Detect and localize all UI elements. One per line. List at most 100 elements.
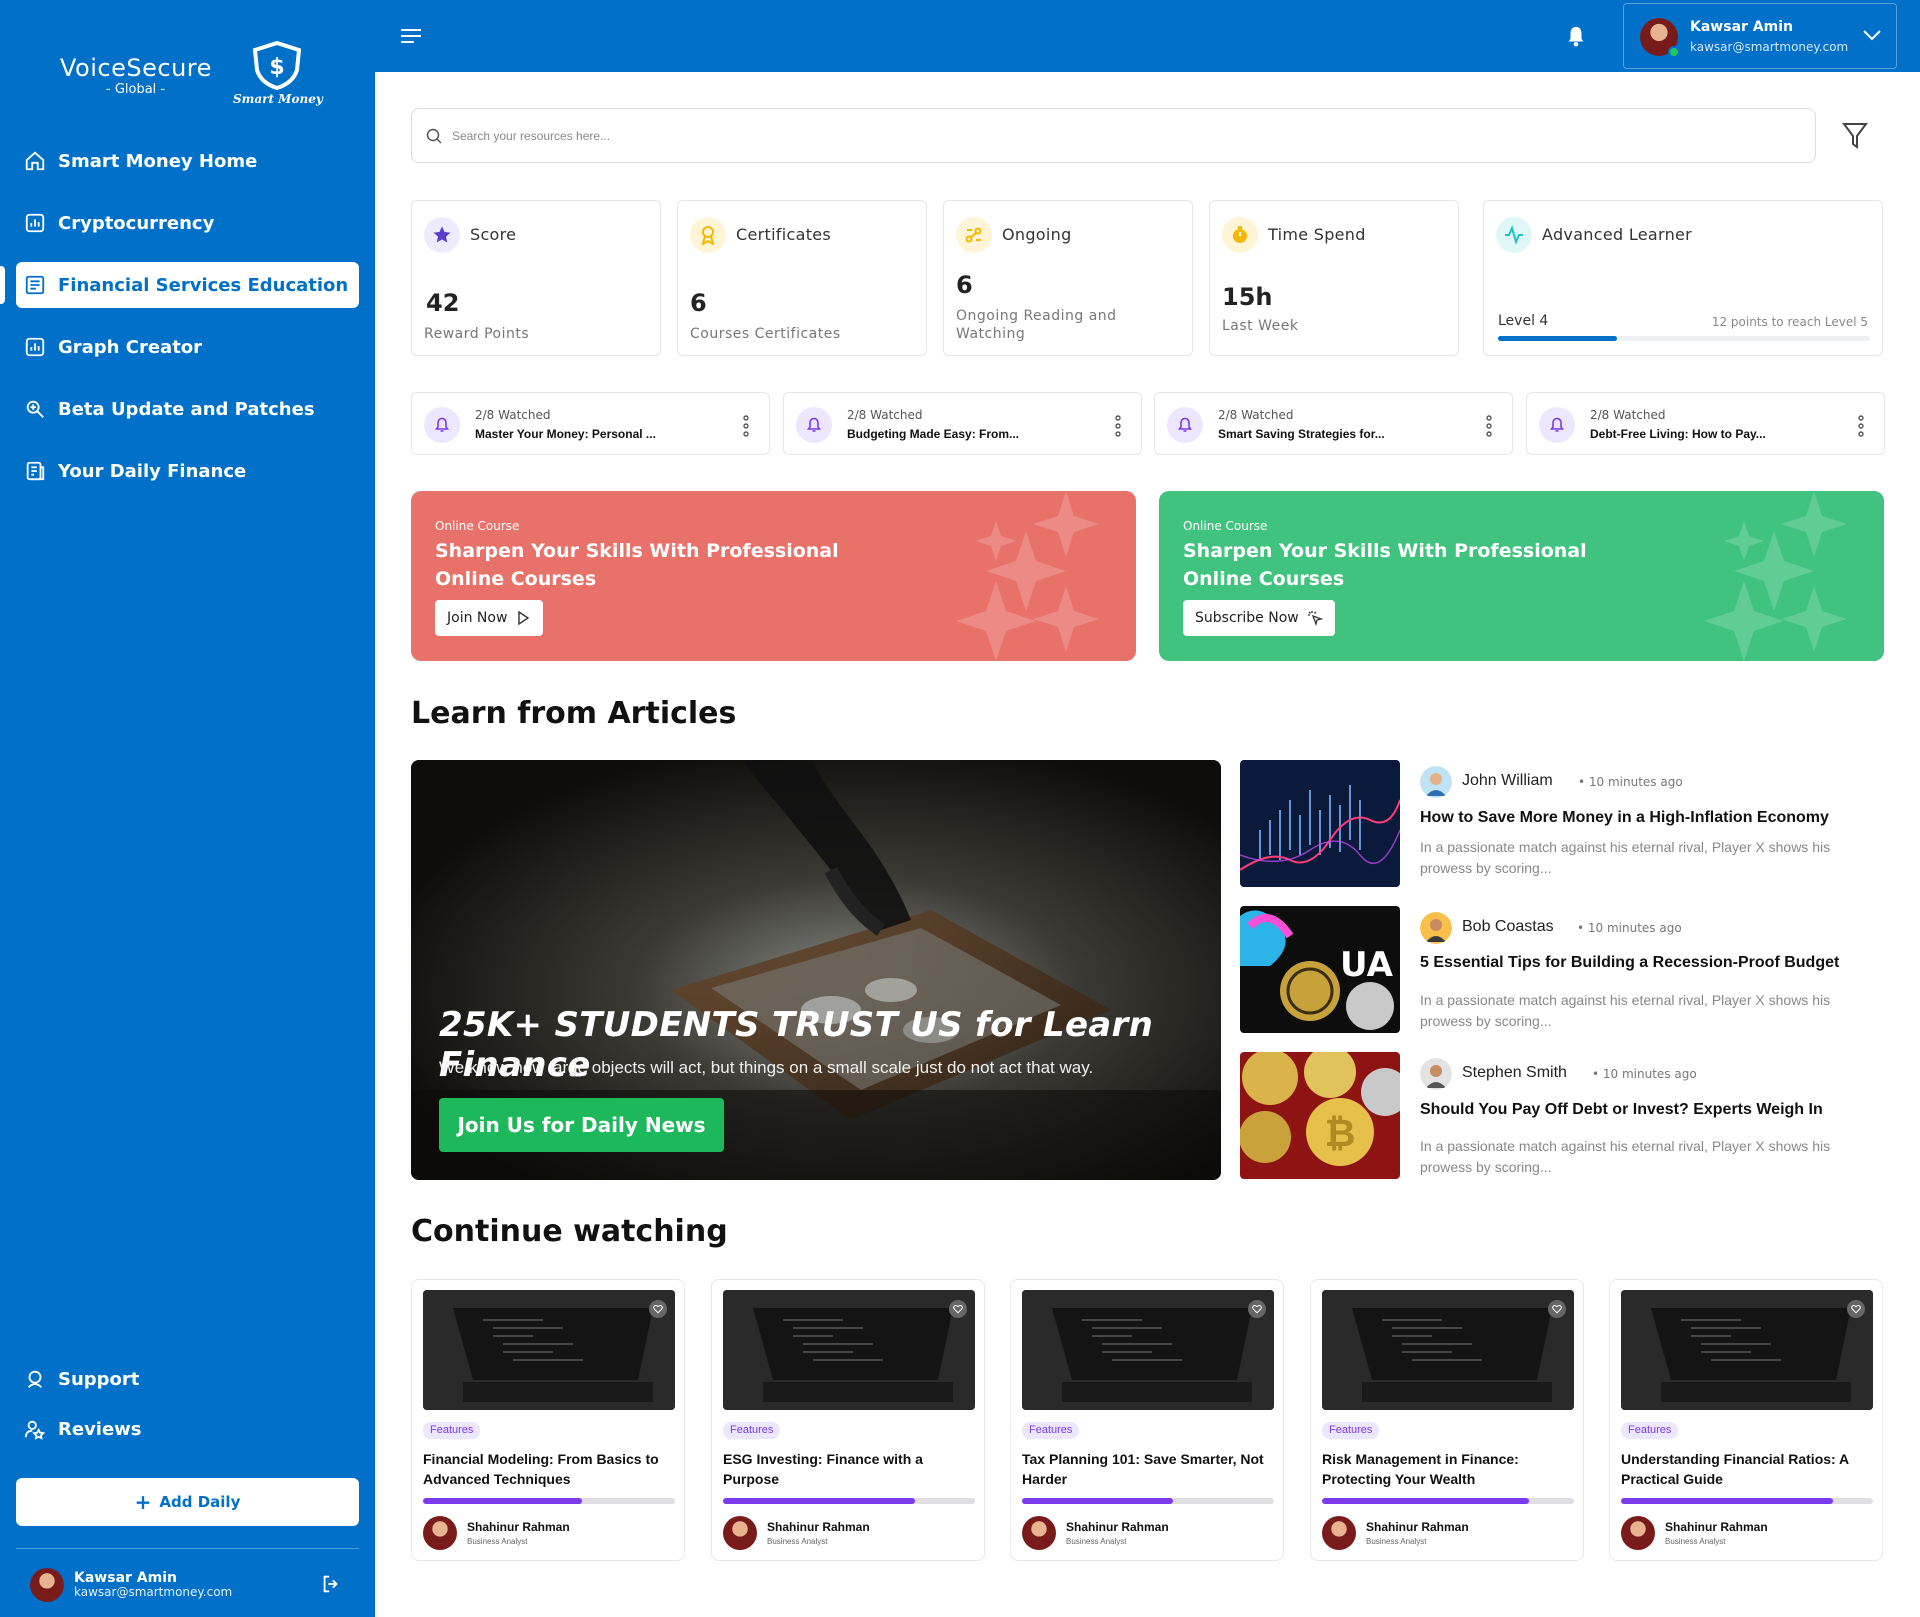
sidebar-item-support[interactable]: Support xyxy=(0,1356,375,1402)
article-item[interactable]: UA Bob Coastas • 10 minutes ago 5 Essent… xyxy=(1240,906,1880,1033)
home-icon xyxy=(25,151,45,171)
avatar xyxy=(1022,1516,1056,1550)
favorite-icon[interactable] xyxy=(949,1300,967,1318)
article-thumbnail xyxy=(1240,760,1400,887)
level-progress-bar xyxy=(1498,336,1870,341)
article-time: • 10 minutes ago xyxy=(1577,921,1682,935)
search-bar[interactable] xyxy=(411,108,1816,163)
course-thumbnail xyxy=(723,1290,975,1410)
bell-icon xyxy=(424,407,460,443)
course-card[interactable]: Features Financial Modeling: From Basics… xyxy=(411,1279,685,1561)
article-desc: In a passionate match against his eterna… xyxy=(1420,1138,1831,1175)
watched-card[interactable]: 2/8 Watched Budgeting Made Easy: From... xyxy=(783,392,1142,455)
join-daily-news-button[interactable]: Join Us for Daily News xyxy=(439,1098,724,1152)
course-author: Shahinur Rahman xyxy=(1665,1520,1768,1534)
watched-meta: 2/8 Watched xyxy=(475,408,551,422)
course-card[interactable]: Features Risk Management in Finance: Pro… xyxy=(1310,1279,1584,1561)
article-title: 5 Essential Tips for Building a Recessio… xyxy=(1420,954,1840,971)
sidebar-item-label: Support xyxy=(58,1368,140,1390)
sidebar-item-graph-creator[interactable]: Graph Creator xyxy=(0,324,375,370)
sidebar-item-label: Cryptocurrency xyxy=(58,212,215,234)
favorite-icon[interactable] xyxy=(1847,1300,1865,1318)
watched-title: Debt-Free Living: How to Pay... xyxy=(1590,427,1766,441)
sparkle-decoration-icon xyxy=(1704,491,1847,661)
watched-card[interactable]: 2/8 Watched Debt-Free Living: How to Pay… xyxy=(1526,392,1885,455)
sidebar-divider xyxy=(16,1548,359,1549)
article-author: Bob Coastas xyxy=(1462,918,1554,935)
watched-card[interactable]: 2/8 Watched Smart Saving Strategies for.… xyxy=(1154,392,1513,455)
course-progress-bar xyxy=(1322,1498,1574,1504)
article-title: Should You Pay Off Debt or Invest? Exper… xyxy=(1420,1101,1823,1118)
favorite-icon[interactable] xyxy=(1248,1300,1266,1318)
search-input[interactable] xyxy=(452,128,1652,143)
pulse-icon xyxy=(1496,217,1532,253)
promo-title: Sharpen Your Skills With Professional On… xyxy=(1183,540,1587,590)
article-author: John William xyxy=(1462,772,1553,789)
brand-logo[interactable]: VoiceSecure - Global - $ Smart Money xyxy=(60,40,330,112)
bell-icon xyxy=(1167,407,1203,443)
chevron-down-icon[interactable] xyxy=(1862,28,1882,42)
subscribe-now-button[interactable]: Subscribe Now xyxy=(1183,600,1335,636)
course-badge: Features xyxy=(1621,1422,1679,1439)
article-thumbnail: UA xyxy=(1240,906,1400,1033)
sidebar-user[interactable]: Kawsar Amin kawsar@smartmoney.com xyxy=(30,1567,350,1603)
article-time: • 10 minutes ago xyxy=(1592,1067,1697,1081)
sidebar-item-financial-services-education[interactable]: Financial Services Education xyxy=(0,262,359,308)
favorite-icon[interactable] xyxy=(649,1300,667,1318)
more-vertical-icon[interactable] xyxy=(1486,415,1492,437)
avatar xyxy=(1322,1516,1356,1550)
course-badge: Features xyxy=(1022,1422,1080,1439)
sidebar-item-reviews[interactable]: Reviews xyxy=(0,1406,375,1452)
avatar xyxy=(1420,1058,1452,1090)
hero-subtitle: We know how large objects will act, but … xyxy=(439,1058,1094,1077)
sidebar-item-smart-money-home[interactable]: Smart Money Home xyxy=(0,138,375,184)
avatar xyxy=(423,1516,457,1550)
course-title: Risk Management in Finance: Protecting Y… xyxy=(1322,1451,1519,1487)
bell-icon xyxy=(796,407,832,443)
course-card[interactable]: Features ESG Investing: Finance with a P… xyxy=(711,1279,985,1561)
sidebar-user-email: kawsar@smartmoney.com xyxy=(74,1585,233,1600)
sidebar-item-label: Smart Money Home xyxy=(58,150,258,172)
favorite-icon[interactable] xyxy=(1548,1300,1566,1318)
stat-sub: Ongoing Reading and Watching xyxy=(956,308,1117,342)
reviews-icon xyxy=(24,1420,46,1440)
course-title: Understanding Financial Ratios: A Practi… xyxy=(1621,1451,1849,1487)
finance-icon xyxy=(26,461,45,481)
avatar xyxy=(1640,18,1680,58)
filter-icon[interactable] xyxy=(1841,121,1869,151)
header-user-email: kawsar@smartmoney.com xyxy=(1690,40,1849,54)
sidebar-bottom-nav: Support Reviews xyxy=(0,1356,375,1456)
menu-icon[interactable] xyxy=(400,26,422,46)
promo-kicker: Online Course xyxy=(1183,519,1268,533)
section-title-continue-watching: Continue watching xyxy=(411,1214,728,1249)
crypto-coins-image: UA xyxy=(1240,906,1400,1033)
sidebar-item-your-daily-finance[interactable]: Your Daily Finance xyxy=(0,448,375,494)
logout-icon[interactable] xyxy=(320,1573,342,1595)
add-daily-label: Add Daily xyxy=(159,1493,241,1511)
add-daily-button[interactable]: + Add Daily xyxy=(16,1478,359,1526)
play-icon xyxy=(518,610,530,626)
sidebar-item-beta-update[interactable]: Beta Update and Patches xyxy=(0,386,375,432)
course-card[interactable]: Features Tax Planning 101: Save Smarter,… xyxy=(1010,1279,1284,1561)
bell-icon[interactable] xyxy=(1565,24,1587,48)
article-item[interactable]: ₿ Stephen Smith • 10 minutes ago Should … xyxy=(1240,1052,1880,1179)
stat-card-certificates: Certificates 6 Courses Certificates xyxy=(677,200,927,356)
sidebar-item-cryptocurrency[interactable]: Cryptocurrency xyxy=(0,200,375,246)
course-card[interactable]: Features Understanding Financial Ratios:… xyxy=(1609,1279,1883,1561)
course-progress-bar xyxy=(1022,1498,1274,1504)
course-author-role: Business Analyst xyxy=(467,1537,528,1546)
user-menu[interactable]: Kawsar Amin kawsar@smartmoney.com xyxy=(1623,3,1897,69)
more-vertical-icon[interactable] xyxy=(743,415,749,437)
watched-meta: 2/8 Watched xyxy=(847,408,923,422)
join-now-button[interactable]: Join Now xyxy=(435,600,544,636)
online-status-dot xyxy=(1668,46,1680,58)
course-thumbnail xyxy=(1322,1290,1574,1410)
more-vertical-icon[interactable] xyxy=(1858,415,1864,437)
article-title: How to Save More Money in a High-Inflati… xyxy=(1420,809,1829,826)
course-progress-bar xyxy=(723,1498,975,1504)
brand-sub: - Global - xyxy=(106,82,166,97)
article-item[interactable]: John William • 10 minutes ago How to Sav… xyxy=(1240,760,1880,887)
article-desc: In a passionate match against his eterna… xyxy=(1420,992,1831,1029)
more-vertical-icon[interactable] xyxy=(1115,415,1121,437)
watched-card[interactable]: 2/8 Watched Master Your Money: Personal … xyxy=(411,392,770,455)
